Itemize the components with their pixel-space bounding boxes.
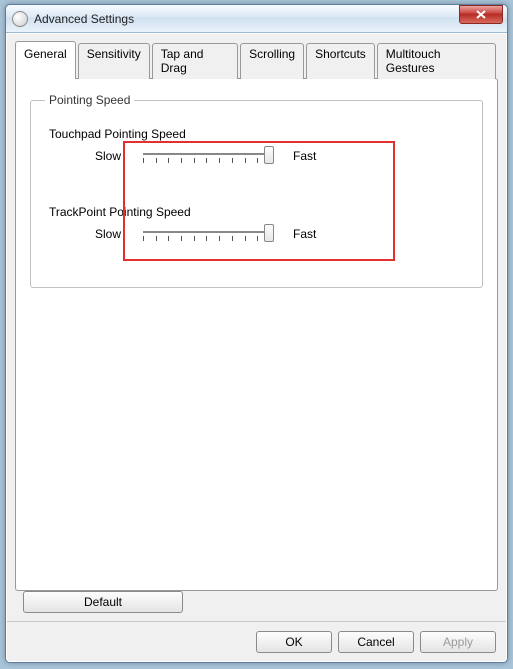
titlebar[interactable]: Advanced Settings xyxy=(6,5,507,33)
default-button[interactable]: Default xyxy=(23,591,183,613)
touchpad-slider-row: Slow Fast xyxy=(95,145,468,179)
tab-scrolling[interactable]: Scrolling xyxy=(240,43,304,79)
trackpoint-heading: TrackPoint Pointing Speed xyxy=(49,205,468,219)
bottom-button-bar: OK Cancel Apply xyxy=(7,621,506,661)
close-icon xyxy=(476,10,486,19)
trackpoint-slider-row: Slow Fast xyxy=(95,223,468,257)
touchpad-fast-label: Fast xyxy=(293,145,341,163)
trackpoint-speed-slider[interactable] xyxy=(143,223,271,241)
ok-button[interactable]: OK xyxy=(256,631,332,653)
slider-thumb-icon[interactable] xyxy=(264,224,274,242)
group-title: Pointing Speed xyxy=(45,93,134,107)
advanced-settings-window: Advanced Settings General Sensitivity Ta… xyxy=(5,4,508,663)
slider-ticks xyxy=(143,236,271,241)
pointing-speed-group: Pointing Speed Touchpad Pointing Speed S… xyxy=(30,93,483,288)
slider-thumb-icon[interactable] xyxy=(264,146,274,164)
window-title: Advanced Settings xyxy=(34,12,459,26)
touchpad-heading: Touchpad Pointing Speed xyxy=(49,127,468,141)
tab-shortcuts[interactable]: Shortcuts xyxy=(306,43,375,79)
trackpoint-fast-label: Fast xyxy=(293,223,341,241)
tabs-area: General Sensitivity Tap and Drag Scrolli… xyxy=(7,34,506,621)
slider-ticks xyxy=(143,158,271,163)
tab-sensitivity[interactable]: Sensitivity xyxy=(78,43,150,79)
tab-multitouch[interactable]: Multitouch Gestures xyxy=(377,43,496,79)
client-area: General Sensitivity Tap and Drag Scrolli… xyxy=(6,33,507,662)
trackpoint-slow-label: Slow xyxy=(95,223,143,241)
tabstrip: General Sensitivity Tap and Drag Scrolli… xyxy=(15,43,498,79)
default-row: Default xyxy=(15,591,498,621)
close-button[interactable] xyxy=(459,5,503,24)
tab-general[interactable]: General xyxy=(15,41,76,79)
cancel-button[interactable]: Cancel xyxy=(338,631,414,653)
app-icon xyxy=(12,11,28,27)
tab-tap-and-drag[interactable]: Tap and Drag xyxy=(152,43,238,79)
tab-panel-general: Pointing Speed Touchpad Pointing Speed S… xyxy=(15,78,498,591)
apply-button[interactable]: Apply xyxy=(420,631,496,653)
touchpad-slow-label: Slow xyxy=(95,145,143,163)
touchpad-speed-slider[interactable] xyxy=(143,145,271,163)
